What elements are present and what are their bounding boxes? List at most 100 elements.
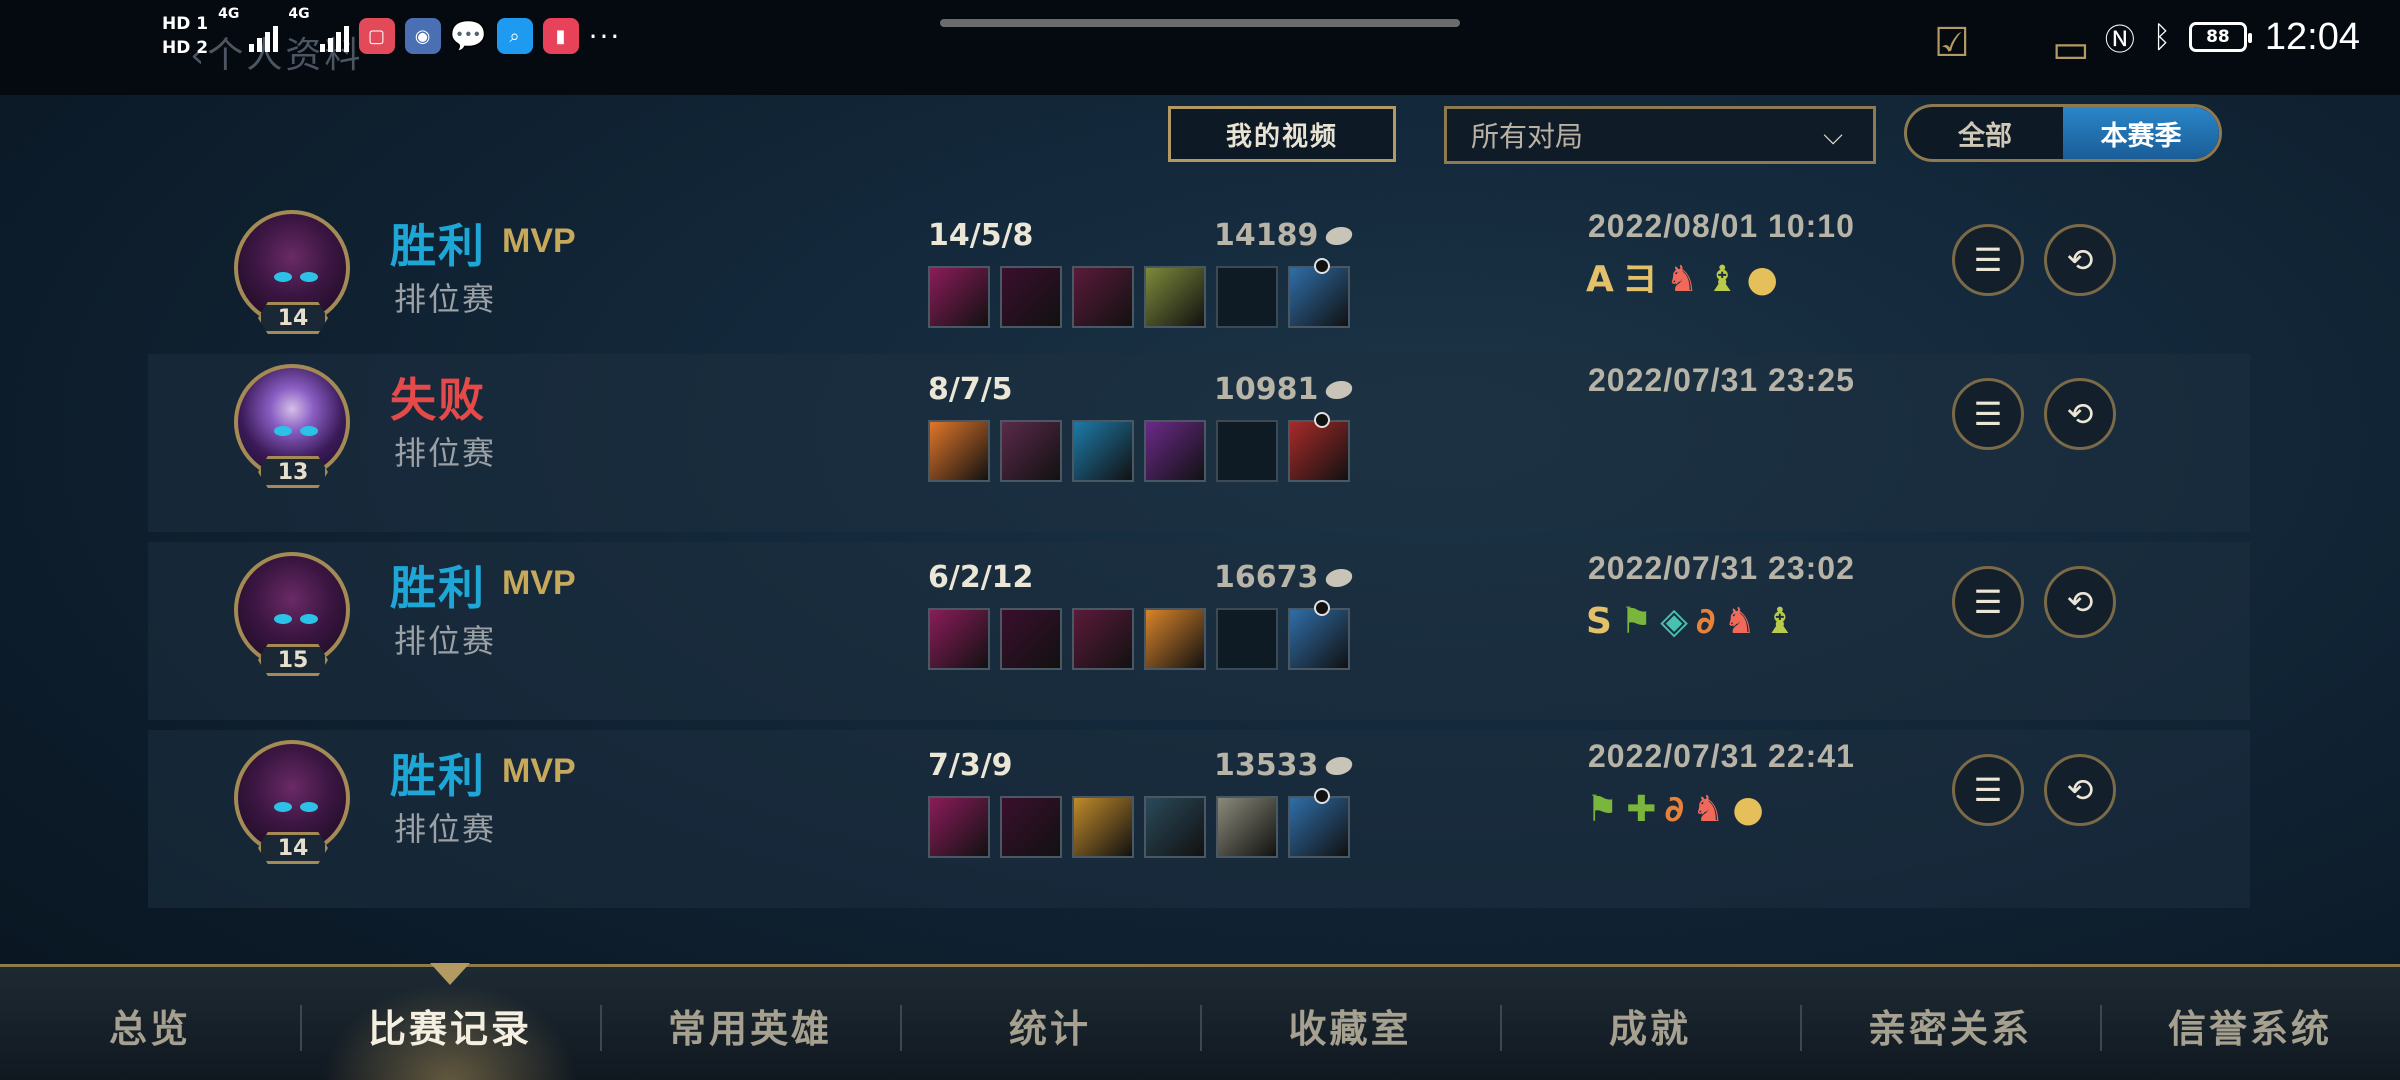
tab-1[interactable]: 比赛记录 (300, 967, 600, 1080)
item-icon (1072, 608, 1134, 670)
match-date: 2022/07/31 22:41 (1588, 738, 1855, 774)
battery-icon: 88 (2188, 22, 2252, 52)
match-filter-dropdown[interactable]: 所有对局 ⌵ (1444, 106, 1876, 164)
sim2-label: HD 2 (162, 38, 209, 58)
item-icon (1144, 796, 1206, 858)
tab-separator (1800, 1005, 1802, 1051)
achievement-badge-icon: ♝ (1763, 601, 1797, 642)
achievement-badge-icon: A (1586, 259, 1614, 300)
empty-item-slot (1216, 608, 1278, 670)
task-check-icon[interactable]: ☑ (1934, 20, 1970, 66)
achievement-badge-icon: S (1586, 601, 1612, 642)
tab-separator (1500, 1005, 1502, 1051)
replay-button[interactable]: ⟲ (2044, 754, 2116, 826)
details-list-button[interactable]: ☰ (1952, 378, 2024, 450)
gold-earned: 10981 (1214, 372, 1355, 407)
empty-item-slot (1216, 266, 1278, 328)
match-row[interactable]: 13 失败 排位赛 8/7/5 10981 2022/07/31 23:25 ☰… (148, 354, 2250, 532)
match-mode: 排位赛 (394, 280, 497, 318)
match-date: 2022/08/01 10:10 (1588, 208, 1855, 244)
item-list (928, 258, 1350, 328)
item-icon (1072, 796, 1134, 858)
sim1-label: HD 1 (162, 14, 209, 34)
match-mode: 排位赛 (394, 622, 497, 660)
gold-value: 10981 (1214, 372, 1319, 407)
kda: 7/3/9 (928, 748, 1013, 783)
network-type: 4G (218, 6, 240, 22)
tab-separator (600, 1005, 602, 1051)
replay-button[interactable]: ⟲ (2044, 566, 2116, 638)
item-icon (928, 266, 990, 328)
achievement-badge-icon: ♞ (1665, 259, 1699, 300)
gold-earned: 14189 (1214, 218, 1355, 253)
more-icon: ··· (588, 19, 622, 53)
match-row[interactable]: 15 胜利 MVP 排位赛 6/2/12 16673 2022/07/31 23… (148, 542, 2250, 720)
tab-separator (900, 1005, 902, 1051)
tab-3[interactable]: 统计 (900, 967, 1200, 1080)
item-icon (928, 608, 990, 670)
match-date: 2022/07/31 23:25 (1588, 362, 1855, 398)
tab-0[interactable]: 总览 (0, 967, 300, 1080)
match-result: 胜利 (390, 219, 486, 273)
kda: 8/7/5 (928, 372, 1013, 407)
item-list (928, 788, 1350, 858)
tab-5[interactable]: 成就 (1500, 967, 1800, 1080)
season-toggle[interactable]: 全部 本赛季 (1904, 104, 2222, 162)
gold-value: 13533 (1214, 748, 1319, 783)
chat-icon[interactable]: ▭ (2052, 26, 2090, 72)
mvp-badge: MVP (502, 222, 576, 260)
item-icon (1288, 258, 1350, 328)
tab-7[interactable]: 信誉系统 (2100, 967, 2400, 1080)
gold-earned: 13533 (1214, 748, 1355, 783)
clock: 12:04 (2264, 15, 2360, 58)
book-app-icon: ▮ (542, 18, 579, 54)
my-videos-button[interactable]: 我的视频 (1168, 106, 1396, 162)
replay-icon: ⟲ (2066, 395, 2094, 433)
champion-level: 14 (258, 302, 328, 334)
list-icon: ☰ (1973, 395, 2003, 433)
achievement-badge-icon: ♞ (1692, 789, 1725, 830)
wechat-icon: 💬 (449, 18, 488, 54)
gold-value: 16673 (1214, 560, 1319, 595)
match-mode: 排位赛 (394, 434, 497, 472)
tab-6[interactable]: 亲密关系 (1800, 967, 2100, 1080)
list-icon: ☰ (1973, 583, 2003, 621)
bottom-tab-bar: 总览 比赛记录 常用英雄 统计 收藏室 成就 亲密关系 信誉系统 (0, 963, 2400, 1080)
champion-level: 13 (258, 456, 328, 488)
dropdown-value: 所有对局 (1471, 120, 1584, 153)
details-list-button[interactable]: ☰ (1952, 566, 2024, 638)
toggle-all[interactable]: 全部 (1907, 107, 2063, 159)
match-row[interactable]: 14 胜利 MVP 排位赛 7/3/9 13533 2022/07/31 22:… (148, 730, 2250, 908)
details-list-button[interactable]: ☰ (1952, 754, 2024, 826)
list-icon: ☰ (1973, 771, 2003, 809)
tab-2[interactable]: 常用英雄 (600, 967, 900, 1080)
item-icon (1000, 796, 1062, 858)
chevron-down-icon: ⌵ (1823, 121, 1843, 151)
tab-separator (1200, 1005, 1202, 1051)
item-icon (928, 796, 990, 858)
status-left: HD 1 HD 2 4G 4G ▢ ◉ 💬 ⌕ ▮ ··· (162, 6, 621, 66)
match-date: 2022/07/31 23:02 (1588, 550, 1855, 586)
gold-coin-icon (1323, 226, 1355, 245)
item-icon (1144, 420, 1206, 482)
item-list (928, 412, 1350, 482)
item-icon (1072, 266, 1134, 328)
battery-level: 88 (2206, 27, 2230, 47)
huawei-app-icon: ▢ (358, 18, 395, 54)
replay-button[interactable]: ⟲ (2044, 224, 2116, 296)
item-icon (1000, 266, 1062, 328)
toggle-season[interactable]: 本赛季 (2063, 107, 2219, 159)
replay-button[interactable]: ⟲ (2044, 378, 2116, 450)
achievement-badge-icon: ⚑ (1619, 601, 1653, 642)
match-row[interactable]: 14 胜利 MVP 排位赛 14/5/8 14189 2022/08/01 10… (148, 200, 2250, 378)
notch-pill (940, 19, 1460, 27)
match-result: 胜利 (390, 749, 486, 803)
mvp-badge: MVP (502, 752, 576, 790)
status-right: Ⓝ ᛒ 88 12:04 (2105, 15, 2360, 59)
list-icon: ☰ (1973, 241, 2003, 279)
tab-4[interactable]: 收藏室 (1200, 967, 1500, 1080)
item-icon (1288, 600, 1350, 670)
game-app-icon: ◉ (404, 18, 441, 54)
details-list-button[interactable]: ☰ (1952, 224, 2024, 296)
kda: 14/5/8 (928, 218, 1034, 253)
